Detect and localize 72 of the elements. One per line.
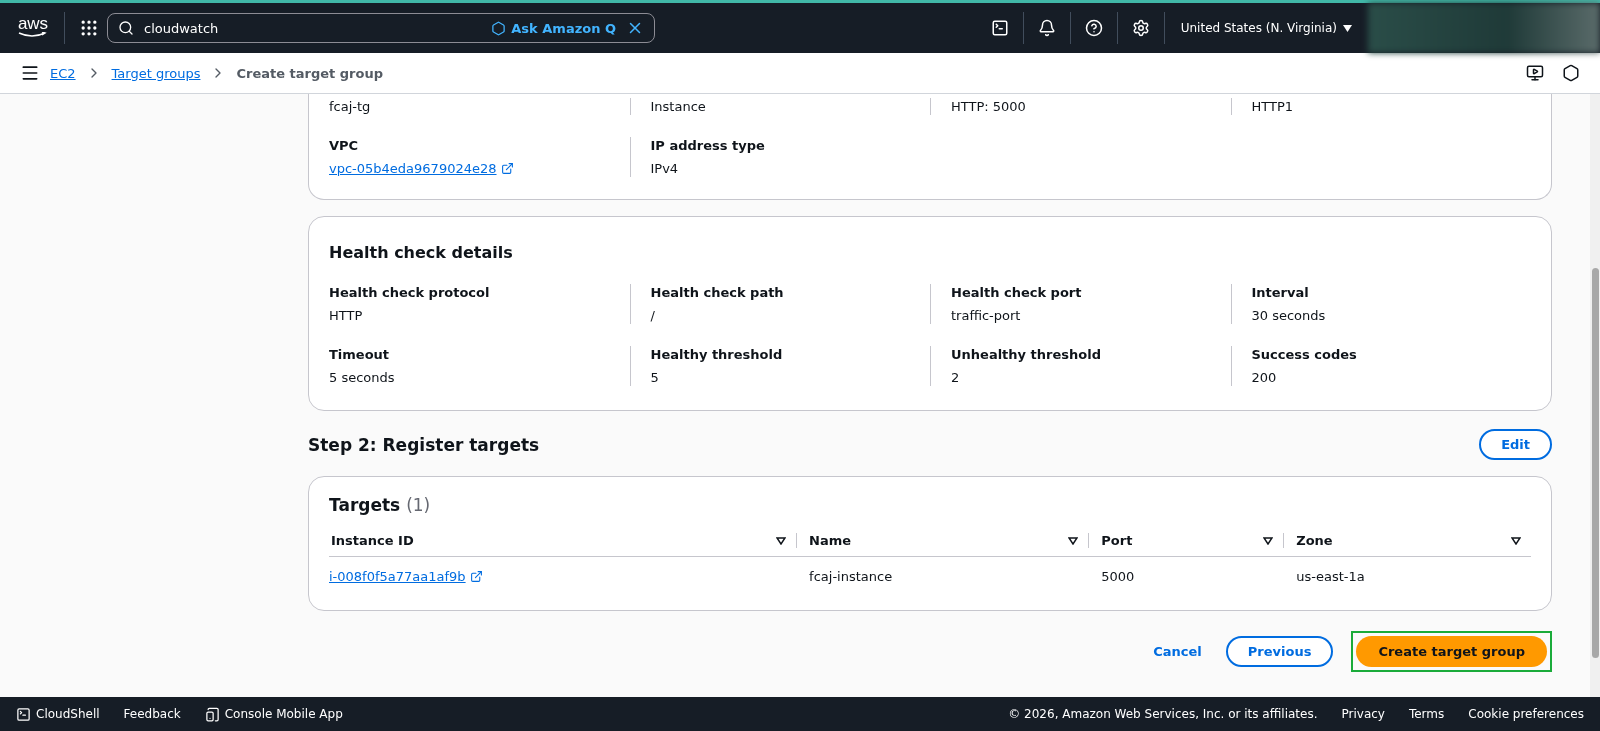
field-label: VPC bbox=[329, 137, 360, 154]
field-label: Interval bbox=[1251, 284, 1310, 301]
field-value: HTTP1 bbox=[1251, 98, 1295, 115]
field-label: Success codes bbox=[1251, 346, 1358, 363]
field-value: 30 seconds bbox=[1251, 307, 1327, 324]
sort-icon[interactable] bbox=[1068, 536, 1079, 545]
card-title: Health check details bbox=[329, 243, 514, 262]
field-label: Health check path bbox=[650, 284, 785, 301]
apps-grid-icon[interactable] bbox=[79, 18, 99, 38]
column-header[interactable]: Zone bbox=[1296, 533, 1333, 548]
aws-logo[interactable]: aws bbox=[16, 16, 50, 40]
footer-link[interactable]: Cookie preferences bbox=[1468, 707, 1584, 721]
cancel-button[interactable]: Cancel bbox=[1147, 643, 1208, 660]
field-value: 5 seconds bbox=[329, 369, 396, 386]
table-cell: fcaj-instance bbox=[809, 569, 893, 584]
field-value: fcaj-tg bbox=[329, 98, 372, 115]
external-link-icon bbox=[469, 570, 483, 583]
table-cell: us-east-1a bbox=[1296, 569, 1365, 584]
edit-button[interactable]: Edit bbox=[1479, 429, 1552, 460]
copyright-text: © 2026, Amazon Web Services, Inc. or its affiliates. bbox=[1008, 707, 1318, 721]
field-value: / bbox=[650, 307, 656, 324]
field-label: Timeout bbox=[329, 346, 391, 363]
external-link-icon bbox=[500, 162, 514, 175]
field-label: Unhealthy threshold bbox=[951, 346, 1102, 363]
footer-link[interactable]: Terms bbox=[1408, 707, 1445, 721]
field-value: 2 bbox=[951, 369, 961, 386]
search-field[interactable]: cloudwatch Ask Amazon Q bbox=[107, 13, 655, 43]
field-label: Healthy threshold bbox=[650, 346, 784, 363]
monitor-icon[interactable] bbox=[1526, 64, 1544, 82]
field-value: 200 bbox=[1251, 369, 1278, 386]
hexagon-icon bbox=[491, 20, 507, 36]
field-label: IP address type bbox=[650, 137, 766, 154]
search-icon bbox=[118, 20, 134, 36]
caret-icon bbox=[1343, 24, 1352, 32]
vpc-link[interactable]: vpc-05b4eda9679024e28 bbox=[329, 160, 630, 177]
menu-icon[interactable] bbox=[20, 63, 40, 83]
instance-link[interactable]: i-008f0f5a77aa1af9b bbox=[329, 569, 483, 584]
breadcrumb-link[interactable]: Target groups bbox=[111, 65, 201, 81]
phone-icon bbox=[204, 706, 220, 722]
field-value: traffic-port bbox=[951, 307, 1022, 324]
hexagon-icon[interactable] bbox=[1562, 64, 1580, 82]
field-value: HTTP: 5000 bbox=[951, 98, 1027, 115]
bell-icon bbox=[1037, 19, 1056, 37]
terminal-icon bbox=[16, 706, 31, 722]
previous-button[interactable]: Previous bbox=[1225, 636, 1334, 667]
field-value: IPv4 bbox=[650, 160, 680, 177]
column-header[interactable]: Port bbox=[1101, 533, 1133, 548]
sort-icon[interactable] bbox=[1511, 536, 1521, 545]
region-selector[interactable]: United States (N. Virginia) bbox=[1164, 21, 1368, 35]
field-value: Instance bbox=[650, 98, 707, 115]
sort-icon[interactable] bbox=[1263, 536, 1274, 545]
breadcrumb-link[interactable]: EC2 bbox=[50, 65, 76, 81]
step-title: Step 2: Register targets bbox=[308, 434, 540, 455]
field-label: Health check port bbox=[951, 284, 1083, 301]
create-target-group-button[interactable]: Create target group bbox=[1356, 636, 1547, 667]
footer-link[interactable]: Feedback bbox=[123, 707, 181, 721]
help-icon bbox=[1084, 19, 1103, 37]
field-value: 5 bbox=[650, 369, 660, 386]
field-value: HTTP bbox=[329, 307, 364, 324]
sort-icon[interactable] bbox=[776, 536, 787, 545]
column-header[interactable]: Name bbox=[809, 533, 852, 548]
ask-amazon-q-link[interactable]: Ask Amazon Q bbox=[491, 20, 616, 36]
table-cell: 5000 bbox=[1101, 569, 1135, 584]
current-page-label: Create target group bbox=[236, 65, 384, 81]
terminal-icon bbox=[990, 19, 1009, 37]
footer-link[interactable]: Privacy bbox=[1341, 707, 1385, 721]
column-header[interactable]: Instance ID bbox=[331, 533, 414, 548]
footer-link[interactable]: Console Mobile App bbox=[204, 706, 343, 722]
field-label: Health check protocol bbox=[329, 284, 491, 301]
settings-icon bbox=[1131, 19, 1150, 37]
footer-link[interactable]: CloudShell bbox=[16, 706, 100, 722]
targets-title: Targets (1) bbox=[329, 495, 432, 515]
